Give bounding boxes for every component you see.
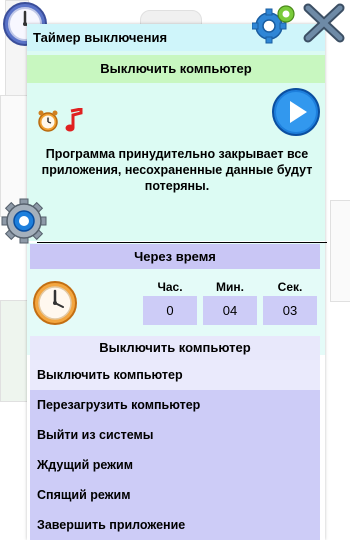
menu-item-sleep[interactable]: Спящий режим	[30, 480, 320, 510]
settings-gear-icon[interactable]	[0, 197, 48, 245]
window-title: Таймер выключения	[33, 30, 168, 45]
menu-item-restart[interactable]: Перезагрузить компьютер	[30, 390, 320, 420]
minutes-label: Мин.	[216, 280, 244, 294]
menu-item-standby[interactable]: Ждущий режим	[30, 450, 320, 480]
menu-item-shutdown[interactable]: Выключить компьютер	[30, 360, 320, 390]
seconds-label: Сек.	[277, 280, 303, 294]
music-note-icon[interactable]	[65, 108, 83, 134]
hours-label: Час.	[157, 280, 183, 294]
minutes-field[interactable]: 04	[203, 296, 257, 325]
action-select[interactable]: Выключить компьютер	[30, 336, 320, 360]
hours-field[interactable]: 0	[143, 296, 197, 325]
menu-item-exit-app[interactable]: Завершить приложение	[30, 510, 320, 540]
gear-icon[interactable]	[252, 2, 298, 44]
close-icon[interactable]	[302, 2, 346, 44]
seconds-field[interactable]: 03	[263, 296, 317, 325]
menu-item-logout[interactable]: Выйти из системы	[30, 420, 320, 450]
action-description: Программа принудительно закрывает все пр…	[41, 147, 313, 193]
desktop-fragment	[330, 200, 350, 302]
play-icon[interactable]	[271, 87, 321, 137]
timer-clock-icon	[33, 281, 77, 325]
shutdown-timer-window: Таймер выключения Выключить компьютер Пр…	[27, 24, 327, 540]
timer-mode-label[interactable]: Через время	[30, 244, 320, 269]
action-title: Выключить компьютер	[27, 55, 325, 83]
desktop-fragment	[0, 300, 30, 402]
alarm-clock-icon[interactable]	[37, 109, 59, 133]
action-dropdown-list: Выключить компьютер Перезагрузить компью…	[30, 360, 320, 540]
